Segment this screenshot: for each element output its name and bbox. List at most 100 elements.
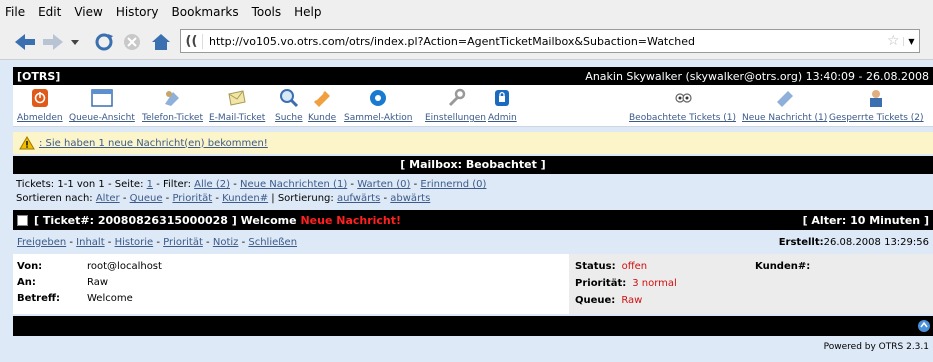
notification-bar: : Sie haben 1 neue Nachricht(en) bekomme…: [13, 132, 933, 154]
url-dropdown-icon[interactable]: ▼: [903, 36, 919, 46]
otrs-header: [OTRS] Anakin Skywalker (skywalker@otrs.…: [13, 67, 933, 85]
ticket-header: [ Ticket#: 20080826315000028 ] Welcome N…: [13, 210, 933, 230]
reload-icon: [95, 33, 113, 51]
priority-row: Priorität: 3 normal: [575, 278, 677, 289]
search-icon: [279, 89, 298, 108]
tickets-filter-line: Tickets: 1-1 von 1 - Seite: 1 - Filter: …: [16, 179, 487, 190]
status-row: Status: offen Kunden#:: [575, 261, 811, 272]
back-button[interactable]: [12, 30, 38, 54]
history-link[interactable]: Historie: [115, 237, 154, 248]
ticket-checkbox[interactable]: [17, 215, 28, 226]
footer: Powered by OTRS 2.3.1: [13, 336, 933, 362]
logout-button[interactable]: Abmelden: [17, 88, 63, 123]
stop-button[interactable]: [120, 30, 144, 54]
new-message-icon: [776, 91, 793, 107]
queue-value: Raw: [621, 295, 643, 306]
chevron-down-icon: [71, 40, 79, 45]
ticket-article-info: Von: root@localhost An: Raw Betreff: Welcom…: [13, 254, 569, 314]
url-bar[interactable]: (( http://vo105.vo.otrs.com/otrs/index.p…: [180, 29, 920, 53]
phone-ticket-button[interactable]: Telefon-Ticket: [142, 88, 203, 123]
sort-queue[interactable]: Queue: [130, 193, 163, 204]
zoom-link[interactable]: Inhalt: [76, 237, 104, 248]
from-row: Von: root@localhost: [17, 260, 162, 272]
queue-view-icon: [91, 89, 113, 107]
history-dropdown[interactable]: [68, 30, 82, 54]
sort-age[interactable]: Alter: [96, 193, 120, 204]
preferences-button[interactable]: Einstellungen: [425, 88, 486, 123]
warning-icon: [19, 136, 35, 150]
to-row: An: Raw: [17, 276, 109, 288]
sort-customer[interactable]: Kunden#: [222, 193, 268, 204]
new-messages-link[interactable]: : Sie haben 1 neue Nachricht(en) bekomme…: [39, 138, 268, 149]
unlock-link[interactable]: Freigeben: [17, 237, 66, 248]
from-value: root@localhost: [87, 260, 162, 272]
new-message-button[interactable]: Neue Nachricht (1): [742, 88, 827, 123]
browser-navbar: (( http://vo105.vo.otrs.com/otrs/index.p…: [0, 24, 933, 60]
sort-priority[interactable]: Priorität: [172, 193, 212, 204]
ticket-body: Von: root@localhost An: Raw Betreff: Welcom…: [13, 254, 933, 314]
reload-button[interactable]: [92, 30, 116, 54]
customer-button[interactable]: Kunde: [308, 88, 336, 123]
phone-ticket-icon: [165, 91, 180, 106]
bulk-action-button[interactable]: Sammel-Aktion: [344, 88, 412, 123]
home-icon: [152, 34, 170, 50]
customer-label: Kunden#:: [755, 261, 811, 272]
watch-eyes-icon: [674, 93, 692, 103]
logout-icon: [31, 89, 48, 107]
email-ticket-icon: [228, 90, 246, 106]
menu-edit[interactable]: Edit: [38, 5, 61, 19]
scroll-top-icon[interactable]: [918, 320, 930, 332]
order-up[interactable]: aufwärts: [337, 193, 380, 204]
menu-view[interactable]: View: [74, 5, 102, 19]
ticket-action-bar: Freigeben - Inhalt - Historie - Prioritä…: [13, 232, 933, 252]
priority-link[interactable]: Priorität: [163, 237, 203, 248]
close-link[interactable]: Schließen: [248, 237, 297, 248]
to-value: Raw: [87, 276, 109, 288]
back-arrow-icon: [15, 34, 35, 50]
sort-line: Sortieren nach: Alter - Queue - Prioritä…: [16, 193, 431, 204]
search-button[interactable]: Suche: [275, 88, 303, 123]
locked-tickets-button[interactable]: Gesperrte Tickets (2): [829, 88, 924, 123]
email-ticket-button[interactable]: E-Mail-Ticket: [209, 88, 265, 123]
site-identity-button[interactable]: ((: [181, 33, 203, 49]
filter-all[interactable]: Alle (2): [194, 179, 230, 190]
agent-toolbar: Abmelden Queue-Ansicht Telefon-Ticket E-…: [13, 85, 933, 127]
url-text[interactable]: http://vo105.vo.otrs.com/otrs/index.pl?A…: [203, 35, 887, 48]
locked-user-icon: [870, 90, 883, 107]
forward-button[interactable]: [40, 30, 66, 54]
created-info: Erstellt:26.08.2008 13:29:56: [778, 236, 929, 248]
menu-bookmarks[interactable]: Bookmarks: [172, 5, 239, 19]
new-message-badge: Neue Nachricht!: [300, 213, 402, 227]
menu-tools[interactable]: Tools: [252, 5, 282, 19]
filter-new-messages[interactable]: Neue Nachrichten (1): [240, 179, 347, 190]
ticket-title: [ Ticket#: 20080826315000028 ] Welcome: [34, 213, 297, 227]
queue-row: Queue: Raw: [575, 295, 643, 306]
priority-value: 3 normal: [632, 278, 677, 289]
watched-tickets-button[interactable]: Beobachtete Tickets (1): [629, 88, 736, 123]
subject-row: Betreff: Welcome: [17, 292, 133, 304]
browser-menubar: File Edit View History Bookmarks Tools H…: [0, 0, 933, 24]
order-down[interactable]: abwärts: [390, 193, 430, 204]
ticket-bottom-bar: [13, 316, 933, 336]
customer-icon: [314, 91, 331, 107]
menu-help[interactable]: Help: [294, 5, 321, 19]
note-link[interactable]: Notiz: [213, 237, 239, 248]
status-value: offen: [621, 261, 648, 272]
filter-pending[interactable]: Warten (0): [357, 179, 410, 190]
menu-file[interactable]: File: [5, 5, 25, 19]
brand: [OTRS]: [17, 69, 61, 83]
admin-icon: [495, 90, 510, 106]
ticket-meta: Status: offen Kunden#: Priorität: 3 normal…: [569, 254, 933, 314]
filter-reminder[interactable]: Erinnernd (0): [420, 179, 486, 190]
subject-value: Welcome: [87, 292, 133, 304]
ticket-age: [ Alter: 10 Minuten ]: [802, 213, 929, 227]
home-button[interactable]: [148, 30, 174, 54]
bulk-action-icon: [370, 90, 387, 106]
stop-icon: [124, 34, 140, 50]
admin-button[interactable]: Admin: [488, 88, 517, 123]
bookmark-star-icon[interactable]: ☆: [887, 33, 903, 49]
menu-history[interactable]: History: [116, 5, 159, 19]
mailbox-title: [ Mailbox: Beobachtet ]: [13, 156, 933, 174]
queue-view-button[interactable]: Queue-Ansicht: [69, 88, 135, 123]
forward-arrow-icon: [43, 34, 63, 50]
